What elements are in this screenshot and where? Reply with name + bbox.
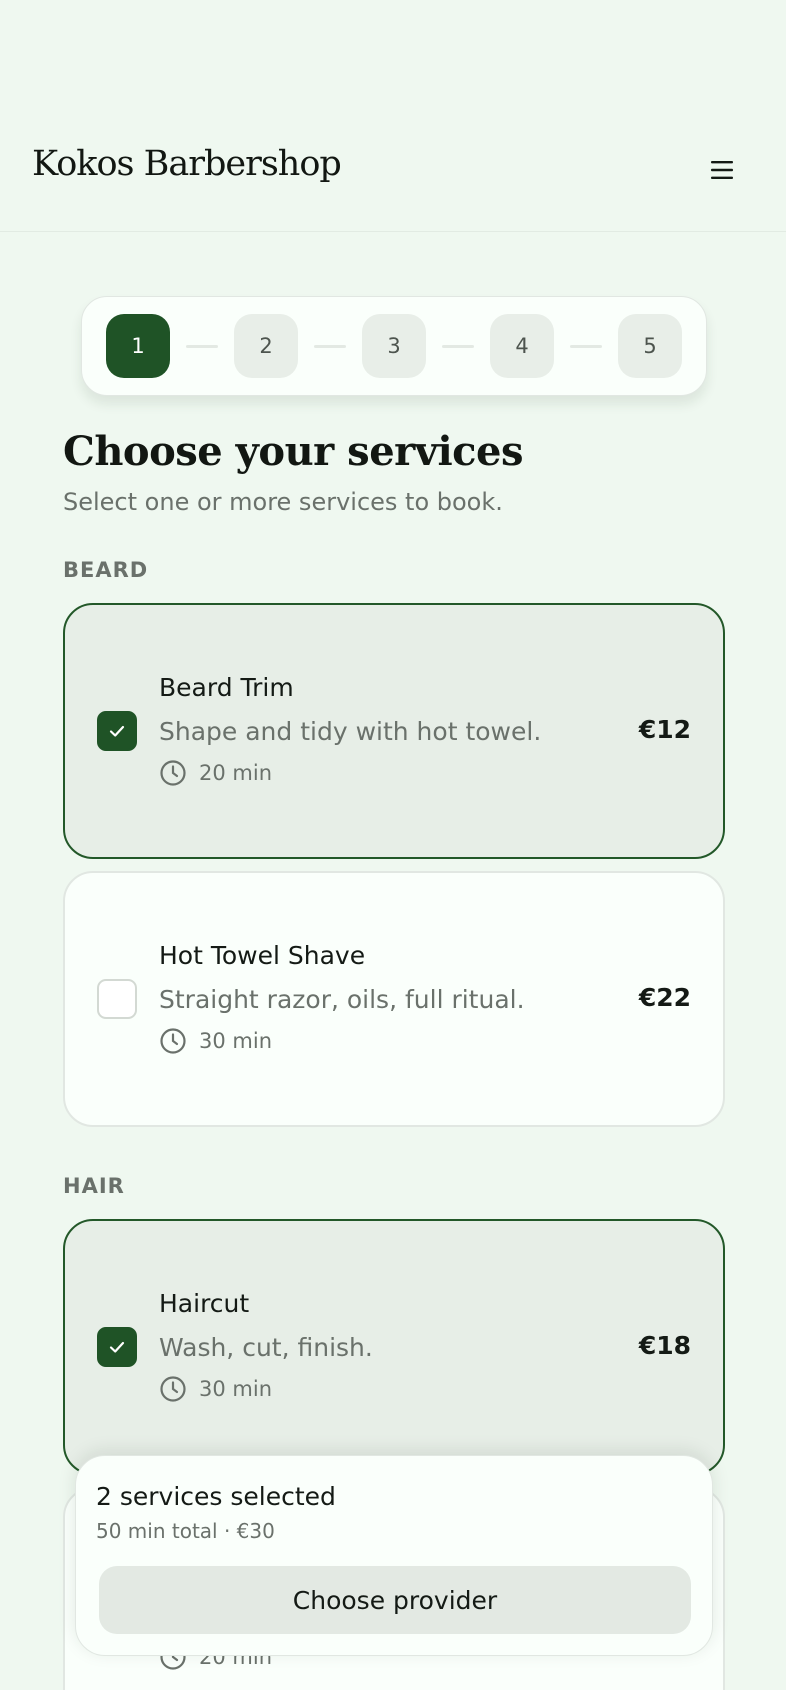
booking-stepper: 1 2 3 4 5 [81,296,707,396]
step-2[interactable]: 2 [234,314,298,378]
selection-total: 50 min total · €30 [96,1519,275,1543]
service-price: €18 [638,1331,691,1360]
service-card-haircut[interactable]: Haircut Wash, cut, finish. 30 min €18 [63,1219,725,1475]
clock-icon [160,1376,186,1402]
service-duration: 30 min [159,1027,272,1055]
service-description: Wash, cut, finish. [159,1333,373,1362]
service-duration: 30 min [159,1375,272,1403]
service-name: Hot Towel Shave [159,941,366,970]
hamburger-menu-icon [711,161,733,179]
service-duration-text: 20 min [199,761,272,785]
clock-icon [160,1028,186,1054]
section-label-hair: HAIR [63,1174,125,1198]
service-checkbox[interactable] [97,979,137,1019]
step-connector [570,345,602,348]
service-checkbox[interactable] [97,711,137,751]
selection-summary: 2 services selected 50 min total · €30 C… [75,1455,713,1656]
service-price: €22 [638,983,691,1012]
service-description: Shape and tidy with hot towel. [159,717,542,746]
app-header: Kokos Barbershop [0,0,786,232]
check-icon [109,1341,125,1353]
step-connector [442,345,474,348]
service-duration-text: 30 min [199,1377,272,1401]
choose-provider-button[interactable]: Choose provider [99,1566,691,1634]
booking-page: Kokos Barbershop 1 2 3 4 5 Choose your s… [0,0,786,1690]
step-3[interactable]: 3 [362,314,426,378]
service-name: Beard Trim [159,673,294,702]
page-subtitle: Select one or more services to book. [63,488,503,516]
service-card-beard-trim[interactable]: Beard Trim Shape and tidy with hot towel… [63,603,725,859]
service-name: Haircut [159,1289,250,1318]
page-title: Choose your services [63,428,523,475]
step-1[interactable]: 1 [106,314,170,378]
section-label-beard: BEARD [63,558,149,582]
step-4[interactable]: 4 [490,314,554,378]
step-5[interactable]: 5 [618,314,682,378]
step-connector [186,345,218,348]
service-card-hot-towel-shave[interactable]: Hot Towel Shave Straight razor, oils, fu… [63,871,725,1127]
service-duration-text: 30 min [199,1029,272,1053]
service-duration: 20 min [159,759,272,787]
clock-icon [160,760,186,786]
selected-count: 2 services selected [96,1482,336,1511]
step-connector [314,345,346,348]
service-checkbox[interactable] [97,1327,137,1367]
service-price: €12 [638,715,691,744]
check-icon [109,725,125,737]
menu-button[interactable] [702,150,742,190]
brand-title[interactable]: Kokos Barbershop [32,144,342,184]
service-description: Straight razor, oils, full ritual. [159,985,525,1014]
